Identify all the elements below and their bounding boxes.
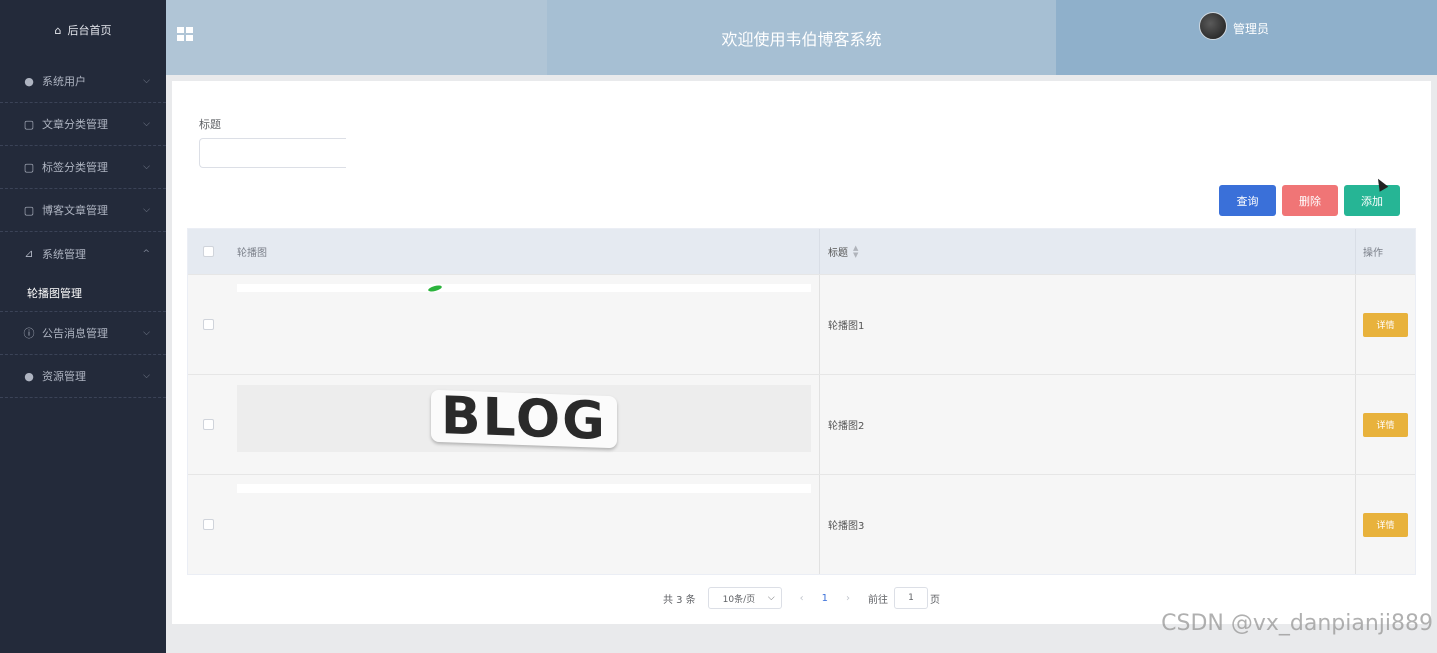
home-icon: ⌂ bbox=[54, 23, 62, 37]
carousel-image: BLOG bbox=[237, 385, 811, 452]
blog-logo-text: BLOG bbox=[431, 386, 617, 451]
header-user: 管理员 bbox=[1056, 0, 1437, 75]
folder-icon: ▢ bbox=[23, 160, 35, 174]
select-all-cell bbox=[188, 229, 228, 274]
username[interactable]: 管理员 bbox=[1233, 20, 1269, 37]
row-image-cell bbox=[228, 275, 820, 374]
sidebar-item-announcements[interactable]: ⓘ 公告消息管理 ⌵ bbox=[0, 312, 166, 355]
table-row: 轮播图3 详情 bbox=[188, 474, 1415, 574]
carousel-table: 轮播图 标题 ▲ ▼ 操作 轮播图1 详情 BLOG 轮播图2 详情 轮播图3 … bbox=[187, 228, 1416, 575]
sidebar: ⌂ 后台首页 ● 系统用户 ⌵ ▢ 文章分类管理 ⌵ ▢ 标签分类管理 ⌵ ▢ … bbox=[0, 0, 166, 653]
chevron-up-icon: ^ bbox=[142, 248, 150, 259]
avatar[interactable] bbox=[1199, 12, 1227, 40]
column-header-title[interactable]: 标题 ▲ ▼ bbox=[820, 229, 1356, 274]
header-title: 欢迎使用韦伯博客系统 bbox=[547, 0, 1056, 75]
detail-button[interactable]: 详情 bbox=[1363, 412, 1408, 437]
sidebar-item-resources[interactable]: ● 资源管理 ⌵ bbox=[0, 355, 166, 398]
sidebar-item-label: 公告消息管理 bbox=[42, 327, 108, 340]
row-checkbox-cell bbox=[188, 275, 228, 374]
main-card: 标题 查询 删除 添加 轮播图 标题 ▲ ▼ 操作 轮播图1 详情 BLOG 轮… bbox=[172, 81, 1431, 624]
sidebar-item-home[interactable]: ⌂ 后台首页 bbox=[0, 0, 166, 60]
sidebar-item-users[interactable]: ● 系统用户 ⌵ bbox=[0, 60, 166, 103]
sidebar-item-label: 系统管理 bbox=[42, 247, 86, 261]
sidebar-item-label: 博客文章管理 bbox=[42, 204, 108, 217]
detail-button[interactable]: 详情 bbox=[1363, 512, 1408, 537]
page-number-current[interactable]: 1 bbox=[822, 593, 828, 604]
column-header-actions: 操作 bbox=[1363, 248, 1383, 259]
grid-menu-icon[interactable] bbox=[177, 27, 193, 41]
chevron-down-icon: ⌵ bbox=[143, 205, 150, 215]
delete-button[interactable]: 删除 bbox=[1282, 185, 1338, 216]
header-left bbox=[166, 0, 547, 75]
next-page-icon[interactable]: › bbox=[846, 593, 850, 604]
page-size-value: 10条/页 bbox=[722, 594, 756, 605]
jump-page-input[interactable]: 1 bbox=[894, 587, 929, 609]
jump-label: 前往 bbox=[868, 594, 889, 606]
row-checkbox[interactable] bbox=[202, 519, 214, 530]
user-icon: ● bbox=[24, 74, 34, 88]
carousel-image bbox=[237, 284, 811, 292]
watermark: CSDN @vx_danpianji889 bbox=[1161, 611, 1433, 636]
sidebar-subitem-carousel[interactable]: 轮播图管理 bbox=[0, 275, 166, 312]
row-actions: 详情 bbox=[1356, 275, 1415, 374]
sidebar-item-label: 后台首页 bbox=[67, 24, 112, 37]
folder-icon: ▢ bbox=[23, 203, 35, 217]
row-image-cell: BLOG bbox=[228, 375, 820, 474]
sidebar-item-label: 文章分类管理 bbox=[42, 118, 108, 131]
sidebar-item-label: 标签分类管理 bbox=[42, 161, 108, 174]
pagination-total: 共 3 条 bbox=[662, 594, 696, 606]
sidebar-item-tag-category[interactable]: ▢ 标签分类管理 ⌵ bbox=[0, 146, 166, 189]
select-all-checkbox[interactable] bbox=[202, 246, 214, 257]
title-filter-label: 标题 bbox=[199, 118, 221, 131]
chevron-down-icon: ⌵ bbox=[143, 371, 150, 381]
sidebar-item-label: 系统用户 bbox=[42, 75, 86, 88]
bulb-icon: ● bbox=[24, 369, 34, 383]
carousel-image bbox=[237, 484, 811, 493]
pagination: 共 3 条 10条/页 ⌵ ‹ 1 › 前往 1 页 bbox=[172, 587, 1431, 609]
top-header: 欢迎使用韦伯博客系统 管理员 bbox=[166, 0, 1437, 75]
chevron-down-icon: ⌵ bbox=[143, 119, 150, 129]
chart-icon: ⊿ bbox=[24, 247, 34, 260]
table-row: 轮播图1 详情 bbox=[188, 274, 1415, 374]
page-size-select[interactable]: 10条/页 ⌵ bbox=[707, 587, 782, 609]
sidebar-item-article-category[interactable]: ▢ 文章分类管理 ⌵ bbox=[0, 103, 166, 146]
row-title: 轮播图1 bbox=[820, 275, 1356, 374]
page-unit-label: 页 bbox=[930, 594, 941, 606]
chevron-down-icon: ⌵ bbox=[143, 328, 150, 338]
table-header: 轮播图 标题 ▲ ▼ 操作 bbox=[188, 229, 1415, 274]
row-title: 轮播图3 bbox=[820, 475, 1356, 574]
info-icon: ⓘ bbox=[23, 327, 35, 340]
add-button[interactable]: 添加 bbox=[1344, 185, 1400, 216]
title-filter-input[interactable] bbox=[199, 138, 346, 168]
row-actions: 详情 bbox=[1356, 375, 1415, 474]
row-checkbox-cell bbox=[188, 475, 228, 574]
sidebar-item-label: 资源管理 bbox=[42, 370, 86, 383]
table-row: BLOG 轮播图2 详情 bbox=[188, 374, 1415, 474]
row-checkbox[interactable] bbox=[202, 419, 214, 430]
sort-icon[interactable]: ▲ ▼ bbox=[853, 244, 858, 259]
query-button[interactable]: 查询 bbox=[1219, 185, 1276, 216]
detail-button[interactable]: 详情 bbox=[1363, 312, 1408, 337]
row-title: 轮播图2 bbox=[820, 375, 1356, 474]
row-image-cell bbox=[228, 475, 820, 574]
row-checkbox-cell bbox=[188, 375, 228, 474]
folder-icon: ▢ bbox=[23, 117, 35, 131]
sidebar-subitem-label: 轮播图管理 bbox=[27, 287, 82, 300]
chevron-down-icon: ⌵ bbox=[143, 76, 150, 86]
chevron-down-icon: ⌵ bbox=[143, 162, 150, 172]
chevron-down-icon: ⌵ bbox=[767, 593, 775, 603]
sidebar-item-system[interactable]: ⊿ 系统管理 ^ bbox=[0, 232, 166, 275]
prev-page-icon[interactable]: ‹ bbox=[800, 593, 804, 604]
row-checkbox[interactable] bbox=[202, 319, 214, 330]
row-actions: 详情 bbox=[1356, 475, 1415, 574]
sidebar-item-blog-articles[interactable]: ▢ 博客文章管理 ⌵ bbox=[0, 189, 166, 232]
column-header-image: 轮播图 bbox=[228, 229, 820, 274]
column-header-title-label: 标题 bbox=[828, 248, 848, 259]
